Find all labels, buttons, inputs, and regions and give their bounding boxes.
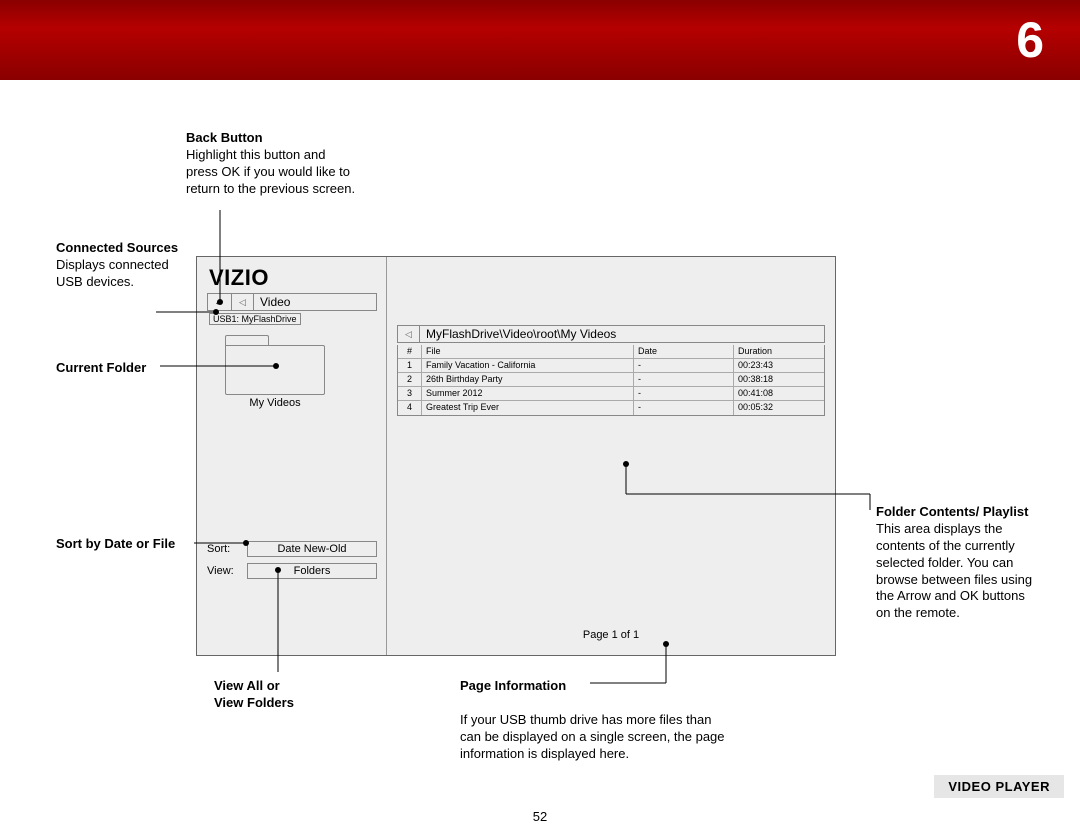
- callout-body: If your USB thumb drive has more files t…: [460, 712, 725, 761]
- page-number: 52: [0, 809, 1080, 824]
- section-caption: VIDEO PLAYER: [934, 775, 1064, 798]
- list-item[interactable]: 1 Family Vacation - California - 00:23:4…: [398, 359, 824, 373]
- tv-screen: VIZIO ← ◁ Video USB1: MyFlashDrive My Vi…: [196, 256, 836, 656]
- sort-selector[interactable]: Date New-Old: [247, 541, 377, 557]
- cell-duration: 00:05:32: [734, 401, 824, 415]
- nav-row: ← ◁ Video: [207, 293, 377, 311]
- file-listing: # File Date Duration 1 Family Vacation -…: [397, 345, 825, 416]
- cell-num: 1: [398, 359, 422, 372]
- cell-num: 2: [398, 373, 422, 386]
- header-duration: Duration: [734, 345, 824, 358]
- callout-page-information: Page Information If your USB thumb drive…: [460, 678, 730, 762]
- screen-left-panel: VIZIO ← ◁ Video USB1: MyFlashDrive My Vi…: [197, 257, 387, 655]
- cell-duration: 00:23:43: [734, 359, 824, 372]
- header-file: File: [422, 345, 634, 358]
- prev-arrow-icon[interactable]: ◁: [232, 294, 254, 310]
- callout-body: Displays connected USB devices.: [56, 257, 169, 289]
- vizio-logo: VIZIO: [209, 265, 269, 291]
- callout-title: Sort by Date or File: [56, 536, 175, 551]
- list-item[interactable]: 3 Summer 2012 - 00:41:08: [398, 387, 824, 401]
- cell-file: Summer 2012: [422, 387, 634, 400]
- callout-title-line1: View All or: [214, 678, 280, 693]
- list-item[interactable]: 4 Greatest Trip Ever - 00:05:32: [398, 401, 824, 415]
- callout-connected-sources: Connected Sources Displays connected USB…: [56, 240, 196, 291]
- callout-body: Highlight this button and press OK if yo…: [186, 147, 355, 196]
- callout-title: Back Button: [186, 130, 263, 145]
- cell-date: -: [634, 359, 734, 372]
- usb-device-label[interactable]: USB1: MyFlashDrive: [209, 313, 301, 325]
- chapter-number: 6: [1016, 11, 1044, 69]
- folder-icon[interactable]: [225, 335, 325, 395]
- view-row: View: Folders: [207, 563, 377, 579]
- callout-title: Page Information: [460, 678, 566, 693]
- callout-back-button: Back Button Highlight this button and pr…: [186, 130, 356, 198]
- callout-folder-contents: Folder Contents/ Playlist This area disp…: [876, 504, 1038, 622]
- nav-category: Video: [254, 295, 376, 309]
- callout-sort-by: Sort by Date or File: [56, 536, 196, 553]
- view-label: View:: [207, 565, 247, 577]
- listing-header: # File Date Duration: [398, 345, 824, 359]
- breadcrumb-back-icon[interactable]: ◁: [398, 326, 420, 342]
- current-folder-name: My Videos: [225, 397, 325, 409]
- callout-view-all: View All or View Folders: [214, 678, 354, 712]
- header-num: #: [398, 345, 422, 358]
- cell-duration: 00:41:08: [734, 387, 824, 400]
- callout-title: Connected Sources: [56, 240, 178, 255]
- cell-num: 4: [398, 401, 422, 415]
- cell-file: Greatest Trip Ever: [422, 401, 634, 415]
- back-button[interactable]: ←: [208, 294, 232, 310]
- cell-file: Family Vacation - California: [422, 359, 634, 372]
- callout-title-line2: View Folders: [214, 695, 294, 710]
- header-date: Date: [634, 345, 734, 358]
- cell-date: -: [634, 373, 734, 386]
- screen-right-panel: ◁ MyFlashDrive\Video\root\My Videos # Fi…: [387, 257, 835, 655]
- callout-title: Current Folder: [56, 360, 146, 375]
- callout-body: This area displays the contents of the c…: [876, 521, 1032, 620]
- chapter-banner: 6: [0, 0, 1080, 80]
- cell-duration: 00:38:18: [734, 373, 824, 386]
- cell-date: -: [634, 387, 734, 400]
- cell-file: 26th Birthday Party: [422, 373, 634, 386]
- cell-num: 3: [398, 387, 422, 400]
- sort-row: Sort: Date New-Old: [207, 541, 377, 557]
- callout-title: Folder Contents/ Playlist: [876, 504, 1028, 519]
- list-item[interactable]: 2 26th Birthday Party - 00:38:18: [398, 373, 824, 387]
- page-information: Page 1 of 1: [387, 629, 835, 641]
- breadcrumb-row: ◁ MyFlashDrive\Video\root\My Videos: [397, 325, 825, 343]
- callout-current-folder: Current Folder: [56, 360, 196, 377]
- sort-label: Sort:: [207, 543, 247, 555]
- cell-date: -: [634, 401, 734, 415]
- view-selector[interactable]: Folders: [247, 563, 377, 579]
- breadcrumb-path: MyFlashDrive\Video\root\My Videos: [420, 327, 824, 341]
